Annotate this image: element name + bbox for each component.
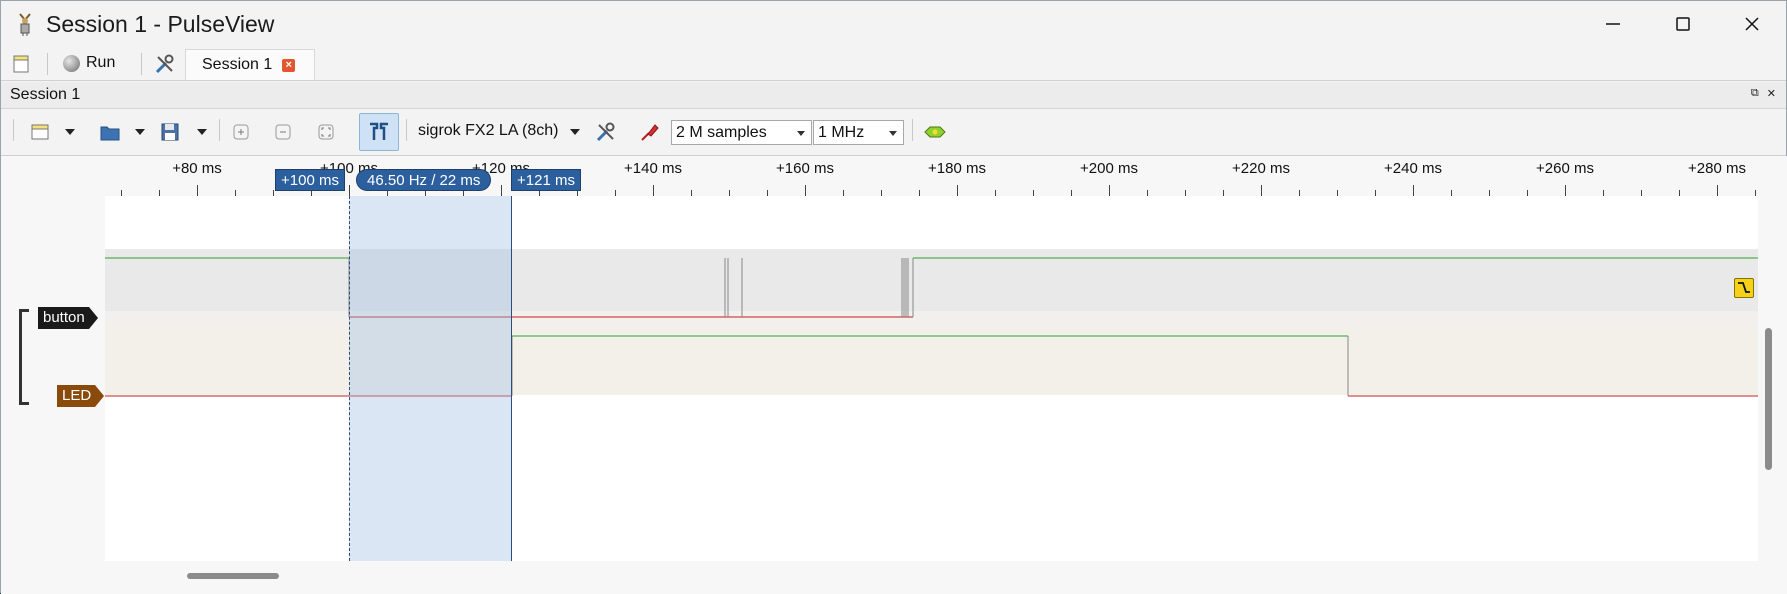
ruler-major-tick xyxy=(1413,185,1414,196)
run-indicator-icon xyxy=(63,54,80,72)
sample-count-value: 2 M samples xyxy=(676,123,767,141)
cursor-toggle-button[interactable] xyxy=(359,113,399,151)
ruler-label: +280 ms xyxy=(1688,160,1746,177)
zoom-in-button[interactable] xyxy=(231,120,251,144)
close-window-button[interactable] xyxy=(1717,1,1787,47)
trace-view: +80 ms +100 ms +120 ms +140 ms +160 ms +180 m… xyxy=(1,156,1787,594)
chevron-down-icon xyxy=(889,131,897,136)
maximize-button[interactable] xyxy=(1648,1,1718,47)
zoom-fit-button[interactable] xyxy=(316,120,336,144)
trigger-icon[interactable] xyxy=(1734,278,1754,298)
ruler-label: +80 ms xyxy=(172,160,222,177)
ruler-major-tick xyxy=(653,185,654,196)
horizontal-scrollbar[interactable] xyxy=(187,573,279,579)
maximize-icon xyxy=(1676,17,1690,31)
main-toolbar: sigrok FX2 LA (8ch) 2 M samples 1 MHz xyxy=(1,109,1786,156)
new-view-dropdown[interactable] xyxy=(63,120,77,144)
falling-edge-icon xyxy=(1738,282,1750,293)
ruler-major-tick xyxy=(197,185,198,196)
dock-close-icon[interactable]: ✕ xyxy=(1767,87,1776,100)
ruler-label: +260 ms xyxy=(1536,160,1594,177)
zoom-out-icon xyxy=(275,124,291,140)
new-session-button[interactable] xyxy=(9,52,33,76)
right-cursor-flag[interactable]: +121 ms xyxy=(511,169,581,191)
signal-group-bracket xyxy=(19,309,29,405)
sample-rate-select[interactable]: 1 MHz xyxy=(813,120,904,145)
tools-icon xyxy=(155,54,174,74)
ruler-major-tick xyxy=(1261,185,1262,196)
window-title: Session 1 - PulseView xyxy=(46,11,275,37)
signal-label-button[interactable]: button xyxy=(38,307,98,329)
ruler-major-tick xyxy=(957,185,958,196)
ruler-label: +200 ms xyxy=(1080,160,1138,177)
chevron-down-icon xyxy=(135,129,145,135)
sample-count-select[interactable]: 2 M samples xyxy=(671,120,812,145)
open-file-button[interactable] xyxy=(98,120,122,144)
tab-session-1[interactable]: Session 1 × xyxy=(185,49,315,80)
dock-title: Session 1 xyxy=(10,86,81,103)
tab-close-icon[interactable]: × xyxy=(282,58,296,72)
sample-rate-value: 1 MHz xyxy=(818,123,865,141)
chevron-down-icon xyxy=(65,129,75,135)
ruler-major-tick xyxy=(1565,185,1566,196)
time-ruler[interactable]: +80 ms +100 ms +120 ms +140 ms +160 ms +180 m… xyxy=(105,156,1758,196)
dock-float-icon[interactable]: ⧉ xyxy=(1751,87,1759,100)
save-dropdown[interactable] xyxy=(195,120,209,144)
new-document-icon xyxy=(13,55,29,73)
trace-canvas[interactable] xyxy=(105,196,1758,561)
chevron-down-icon xyxy=(197,129,207,135)
add-decoder-button[interactable] xyxy=(923,120,947,144)
cursor-measurement-flag[interactable]: 46.50 Hz / 22 ms xyxy=(356,169,492,191)
chevron-down-icon xyxy=(797,131,805,136)
ruler-major-tick xyxy=(501,185,502,196)
ruler-major-tick xyxy=(1717,185,1718,196)
session-dock-header: Session 1 ⧉ ✕ xyxy=(1,82,1786,109)
chevron-down-icon xyxy=(570,129,580,135)
ruler-major-tick xyxy=(349,185,350,196)
run-button[interactable]: Run xyxy=(63,50,115,76)
close-icon xyxy=(1745,17,1759,31)
zoom-out-button[interactable] xyxy=(273,120,293,144)
open-file-dropdown[interactable] xyxy=(133,120,147,144)
run-label: Run xyxy=(86,54,116,71)
left-cursor-flag[interactable]: +100 ms xyxy=(275,169,345,191)
device-dropdown[interactable] xyxy=(568,120,582,144)
cursors-icon xyxy=(370,122,388,140)
signal-label-led[interactable]: LED xyxy=(57,385,105,407)
pulseview-logo-icon xyxy=(19,13,31,36)
probe-config-button[interactable] xyxy=(638,120,662,144)
new-view-button[interactable] xyxy=(28,120,52,144)
ruler-label: +240 ms xyxy=(1384,160,1442,177)
device-selector[interactable]: sigrok FX2 LA (8ch) xyxy=(418,122,559,140)
zoom-in-icon xyxy=(233,124,249,140)
settings-button[interactable] xyxy=(153,52,177,76)
pulseview-window: Session 1 - PulseView Run Session 1 × Se… xyxy=(0,0,1787,594)
device-config-button[interactable] xyxy=(594,120,618,144)
tools-icon xyxy=(596,122,615,142)
vertical-scrollbar[interactable] xyxy=(1765,328,1772,470)
tab-label: Session 1 xyxy=(202,56,273,73)
probe-icon xyxy=(641,124,659,141)
session-tab-bar: Run Session 1 × xyxy=(1,47,1786,81)
ruler-label: +180 ms xyxy=(928,160,986,177)
zoom-fit-icon xyxy=(318,124,334,140)
save-button[interactable] xyxy=(158,120,182,144)
ruler-label: +160 ms xyxy=(776,160,834,177)
save-icon xyxy=(161,123,179,141)
cursor-selection-region[interactable] xyxy=(349,196,512,561)
ruler-major-tick xyxy=(1109,185,1110,196)
new-view-icon xyxy=(31,124,49,140)
ruler-label: +140 ms xyxy=(624,160,682,177)
open-folder-icon xyxy=(100,126,120,141)
minimize-button[interactable] xyxy=(1578,1,1648,47)
title-bar: Session 1 - PulseView xyxy=(1,1,1786,47)
minimize-icon xyxy=(1606,23,1620,25)
ruler-label: +220 ms xyxy=(1232,160,1290,177)
decoder-icon xyxy=(924,126,946,138)
ruler-major-tick xyxy=(805,185,806,196)
